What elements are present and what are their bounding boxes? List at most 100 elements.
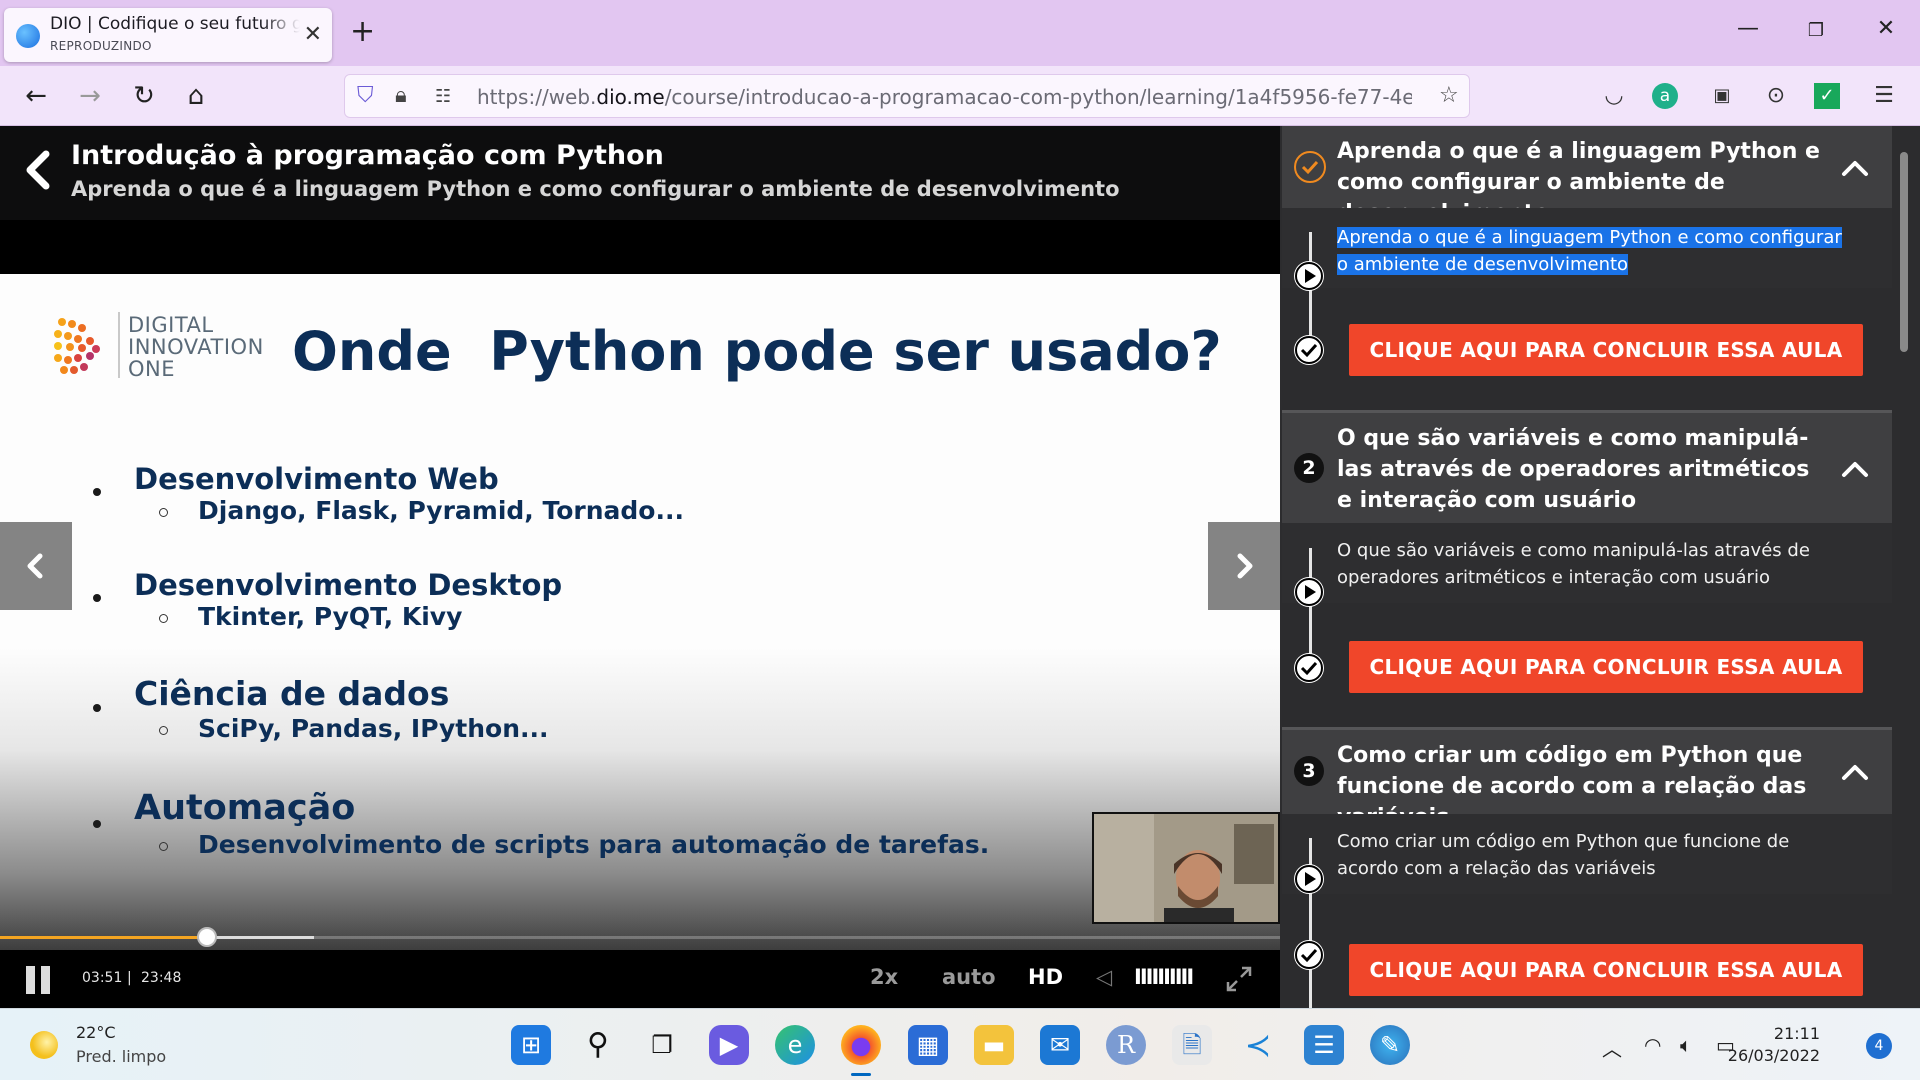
lesson-title[interactable]: Aprenda o que é a linguagem Python e com…: [1337, 224, 1847, 278]
in-progress-check-icon: [1294, 151, 1326, 183]
file-explorer-icon[interactable]: ▬: [974, 1025, 1014, 1065]
store-icon[interactable]: ▦: [908, 1025, 948, 1065]
notepad-icon[interactable]: ☰: [1304, 1025, 1344, 1065]
volume-slider[interactable]: IIIIIIIIII: [1134, 965, 1194, 989]
search-icon[interactable]: ⚲: [578, 1025, 618, 1065]
bullet-marker: [93, 488, 101, 496]
logo-divider: [118, 312, 120, 378]
quality-auto-button[interactable]: auto: [942, 965, 996, 989]
module-number: 2: [1294, 453, 1324, 483]
tab-playing-status: REPRODUZINDO: [50, 39, 152, 53]
lesson-row[interactable]: O que são variáveis e como manipulá-las …: [1282, 523, 1892, 603]
extension-search-icon[interactable]: ⊙: [1760, 80, 1792, 112]
lesson-check-icon: [1294, 940, 1324, 970]
chevron-up-icon[interactable]: [1840, 459, 1870, 479]
module-header[interactable]: Aprenda o que é a linguagem Python e com…: [1282, 126, 1892, 226]
lesson-row[interactable]: Aprenda o que é a linguagem Python e com…: [1282, 208, 1892, 288]
volume-tray-icon[interactable]: 🔈︎: [1680, 1033, 1692, 1057]
windows-taskbar: 22°C Pred. limpo ⊞ ⚲ ❐ ▶ e ▦ ▬ ✉ R 🗎︎ ≺ …: [0, 1008, 1920, 1080]
extension-a-icon[interactable]: a: [1652, 83, 1678, 109]
minimize-icon[interactable]: —: [1728, 16, 1768, 41]
weather-description[interactable]: Pred. limpo: [76, 1047, 166, 1066]
new-tab-icon[interactable]: +: [350, 14, 375, 49]
start-icon[interactable]: ⊞: [511, 1025, 551, 1065]
list-item: Ciência de dados: [134, 674, 450, 713]
weather-temperature[interactable]: 22°C: [76, 1023, 116, 1042]
extension-folder-icon[interactable]: ▣: [1706, 80, 1738, 112]
play-lesson-icon[interactable]: [1294, 261, 1324, 291]
sidebar-scrollbar[interactable]: [1900, 152, 1908, 352]
reload-icon[interactable]: ↻: [126, 78, 162, 114]
complete-lesson-button[interactable]: CLIQUE AQUI PARA CONCLUIR ESSA AULA: [1349, 641, 1863, 693]
previous-lesson-button[interactable]: [0, 522, 72, 610]
close-window-icon[interactable]: ✕: [1866, 16, 1906, 41]
task-view-icon[interactable]: ❐: [642, 1025, 682, 1065]
dio-logo-icon: [54, 318, 100, 374]
progress-played: [0, 936, 208, 939]
r-icon[interactable]: R: [1106, 1025, 1146, 1065]
module-header[interactable]: 2 O que são variáveis e como manipulá-la…: [1282, 413, 1892, 523]
firefox-icon[interactable]: [841, 1025, 881, 1065]
python-file-icon[interactable]: 🗎︎: [1172, 1025, 1212, 1065]
lesson-sidebar: Aprenda o que é a linguagem Python e com…: [1280, 126, 1920, 1008]
permissions-icon[interactable]: ☷: [435, 86, 451, 107]
slide-content: DIGITAL INNOVATION ONE Onde Python pode …: [0, 274, 1280, 954]
lesson-title[interactable]: Como criar um código em Python que funci…: [1337, 828, 1847, 882]
bullet-marker: [93, 704, 101, 712]
chevron-right-icon: [1237, 553, 1253, 579]
star-icon[interactable]: ☆: [1439, 83, 1459, 108]
lock-icon[interactable]: 🔒︎: [395, 83, 407, 108]
home-icon[interactable]: ⌂: [178, 78, 214, 114]
playback-speed-button[interactable]: 2x: [870, 965, 898, 989]
complete-lesson-button[interactable]: CLIQUE AQUI PARA CONCLUIR ESSA AULA: [1349, 944, 1863, 996]
notification-badge[interactable]: 4: [1866, 1033, 1892, 1059]
forward-arrow-icon[interactable]: →: [72, 78, 108, 114]
list-subitem: Tkinter, PyQT, Kivy: [198, 602, 463, 631]
slide-title: Onde Python pode ser usado?: [292, 320, 1222, 383]
chat-icon[interactable]: ▶: [709, 1025, 749, 1065]
lesson-title[interactable]: O que são variáveis e como manipulá-las …: [1337, 537, 1847, 591]
address-bar[interactable]: ⛉ 🔒︎ ☷ https://web.dio.me/course/introdu…: [344, 74, 1470, 118]
url-text[interactable]: https://web.dio.me/course/introducao-a-p…: [477, 85, 1412, 109]
chevron-up-icon[interactable]: [1840, 158, 1870, 178]
sub-bullet-marker: [159, 614, 168, 623]
list-item: Desenvolvimento Desktop: [134, 568, 563, 602]
vscode-icon[interactable]: ≺: [1238, 1025, 1278, 1065]
lesson-check-icon: [1294, 335, 1324, 365]
next-lesson-button[interactable]: [1208, 522, 1280, 610]
complete-lesson-button[interactable]: CLIQUE AQUI PARA CONCLUIR ESSA AULA: [1349, 324, 1863, 376]
wifi-icon[interactable]: ◠: [1644, 1033, 1661, 1057]
module-number: 3: [1294, 756, 1324, 786]
paint-icon[interactable]: ✎: [1370, 1025, 1410, 1065]
module-header[interactable]: 3 Como criar um código em Python que fun…: [1282, 730, 1892, 830]
list-subitem: Django, Flask, Pyramid, Tornado...: [198, 496, 684, 525]
fullscreen-icon[interactable]: [1226, 966, 1252, 992]
play-lesson-icon[interactable]: [1294, 864, 1324, 894]
back-chevron-icon[interactable]: [20, 148, 56, 192]
mail-icon[interactable]: ✉: [1040, 1025, 1080, 1065]
extension-check-icon[interactable]: ✓: [1814, 83, 1840, 109]
show-hidden-icons-chevron-icon[interactable]: ︿: [1602, 1033, 1622, 1062]
system-clock[interactable]: 21:11 26/03/2022: [1700, 1023, 1820, 1067]
menu-icon[interactable]: ☰: [1868, 80, 1900, 112]
play-lesson-icon[interactable]: [1294, 577, 1324, 607]
shield-icon[interactable]: ⛉: [357, 83, 374, 108]
edge-icon[interactable]: e: [775, 1025, 815, 1065]
pause-button[interactable]: [26, 966, 54, 994]
chevron-up-icon[interactable]: [1840, 762, 1870, 782]
volume-icon[interactable]: ◁: [1096, 965, 1112, 989]
course-header: Introdução à programação com Python Apre…: [0, 126, 1280, 220]
lesson-row[interactable]: Como criar um código em Python que funci…: [1282, 814, 1892, 894]
browser-tab[interactable]: DIO | Codifique o seu futuro global REPR…: [4, 8, 332, 62]
close-tab-icon[interactable]: ✕: [304, 22, 322, 47]
hd-button[interactable]: HD: [1028, 965, 1063, 989]
restore-icon[interactable]: ❐: [1796, 20, 1836, 41]
logo-wordmark: DIGITAL INNOVATION ONE: [128, 313, 264, 381]
chevron-left-icon: [27, 553, 43, 579]
pocket-icon[interactable]: ◡: [1598, 80, 1630, 112]
back-arrow-icon[interactable]: ←: [18, 78, 54, 114]
video-player[interactable]: DIGITAL INNOVATION ONE Onde Python pode …: [0, 220, 1280, 1008]
list-item: Automação: [134, 788, 356, 828]
weather-moon-icon[interactable]: [30, 1031, 58, 1059]
browser-tab-bar: DIO | Codifique o seu futuro global REPR…: [0, 0, 1920, 66]
